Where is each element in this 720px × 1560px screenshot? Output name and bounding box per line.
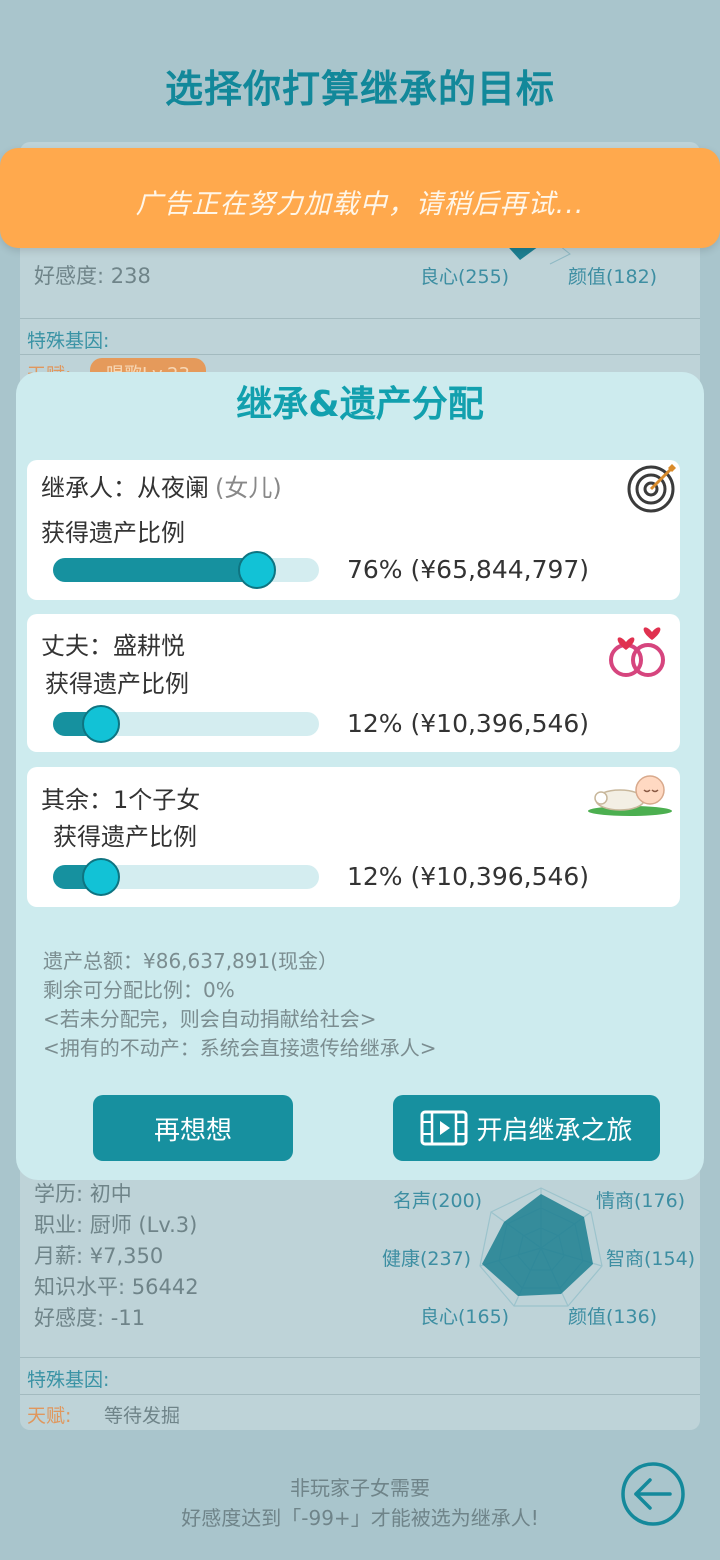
special-genes-label: 特殊基因: (27, 330, 110, 352)
job-text: 职业: 厨师 (Lv.3) (34, 1213, 198, 1237)
radar-label-conscience: 良心(165) (420, 1306, 510, 1328)
spouse-name: 丈夫：盛耕悦 (41, 632, 185, 660)
radar-label-fame: 名声(200) (393, 1190, 483, 1212)
radar-label-iq: 智商(154) (606, 1248, 696, 1270)
radar-label-looks: 颜值(182) (568, 266, 658, 288)
share-amount: 12% (¥10,396,546) (347, 709, 590, 738)
radar-label-eq: 情商(176) (596, 1190, 686, 1212)
share-amount: 76% (¥65,844,797) (347, 555, 590, 584)
page-title: 选择你打算继承的目标 (164, 67, 555, 111)
modal-title: 继承&遗产分配 (236, 384, 484, 425)
share-slider-track[interactable] (53, 558, 319, 582)
real-estate-note: <拥有的不动产：系统会直接遗传给继承人> (43, 1036, 437, 1060)
share-label: 获得遗产比例 (41, 519, 185, 547)
knowledge-text: 知识水平: 56442 (34, 1275, 199, 1299)
share-label: 获得遗产比例 (53, 823, 197, 851)
footer-line-1: 非玩家子女需要 (290, 1476, 430, 1500)
affection-text: 好感度: -11 (34, 1306, 146, 1330)
heir-relation: (女儿) (215, 474, 282, 502)
radar-label-health: 健康(237) (382, 1248, 472, 1270)
talent-label: 天赋: (27, 1405, 72, 1427)
wedding-rings-icon (609, 627, 665, 677)
education-text: 学历: 初中 (34, 1182, 132, 1206)
donation-note: <若未分配完，则会自动捐献给社会> (43, 1007, 377, 1031)
footer-line-2: 好感度达到「-99+」才能被选为继承人! (181, 1506, 539, 1530)
affection-text: 好感度: 238 (34, 264, 151, 288)
film-icon (420, 1110, 468, 1146)
share-slider-knob[interactable] (82, 858, 121, 896)
share-label: 获得遗产比例 (45, 670, 189, 698)
candidate-card-bottom[interactable]: 学历: 初中 职业: 厨师 (Lv.3) 月薪: ¥7,350 知识水平: 56… (20, 1150, 700, 1430)
estate-total-text: 遗产总额：¥86,637,891(现金） (43, 949, 339, 973)
special-genes-label: 特殊基因: (27, 1369, 110, 1391)
sleeping-baby-icon (588, 775, 672, 816)
talent-value: 等待发掘 (104, 1405, 181, 1427)
share-slider-knob[interactable] (82, 705, 121, 743)
back-arrow-icon[interactable] (620, 1461, 686, 1527)
start-inheritance-label: 开启继承之旅 (476, 1115, 633, 1146)
attribute-radar-chart (479, 1187, 603, 1307)
start-inheritance-button[interactable]: 开启继承之旅 (393, 1095, 660, 1161)
heir-name: 继承人：从夜阑 (女儿) (41, 468, 282, 503)
target-arrow-icon (627, 464, 676, 513)
share-amount: 12% (¥10,396,546) (347, 862, 590, 891)
remaining-share-text: 剩余可分配比例：0% (43, 978, 235, 1002)
share-slider-fill (53, 558, 258, 582)
salary-text: 月薪: ¥7,350 (34, 1244, 164, 1268)
reconsider-button[interactable]: 再想想 (93, 1095, 293, 1161)
other-children-name: 其余：1个子女 (41, 786, 201, 814)
reconsider-button-label: 再想想 (153, 1115, 232, 1146)
radar-label-looks: 颜值(136) (568, 1306, 658, 1328)
heir-name-label: 继承人：从夜阑 (41, 474, 209, 502)
toast-message: 广告正在努力加载中，请稍后再试... (135, 189, 585, 220)
